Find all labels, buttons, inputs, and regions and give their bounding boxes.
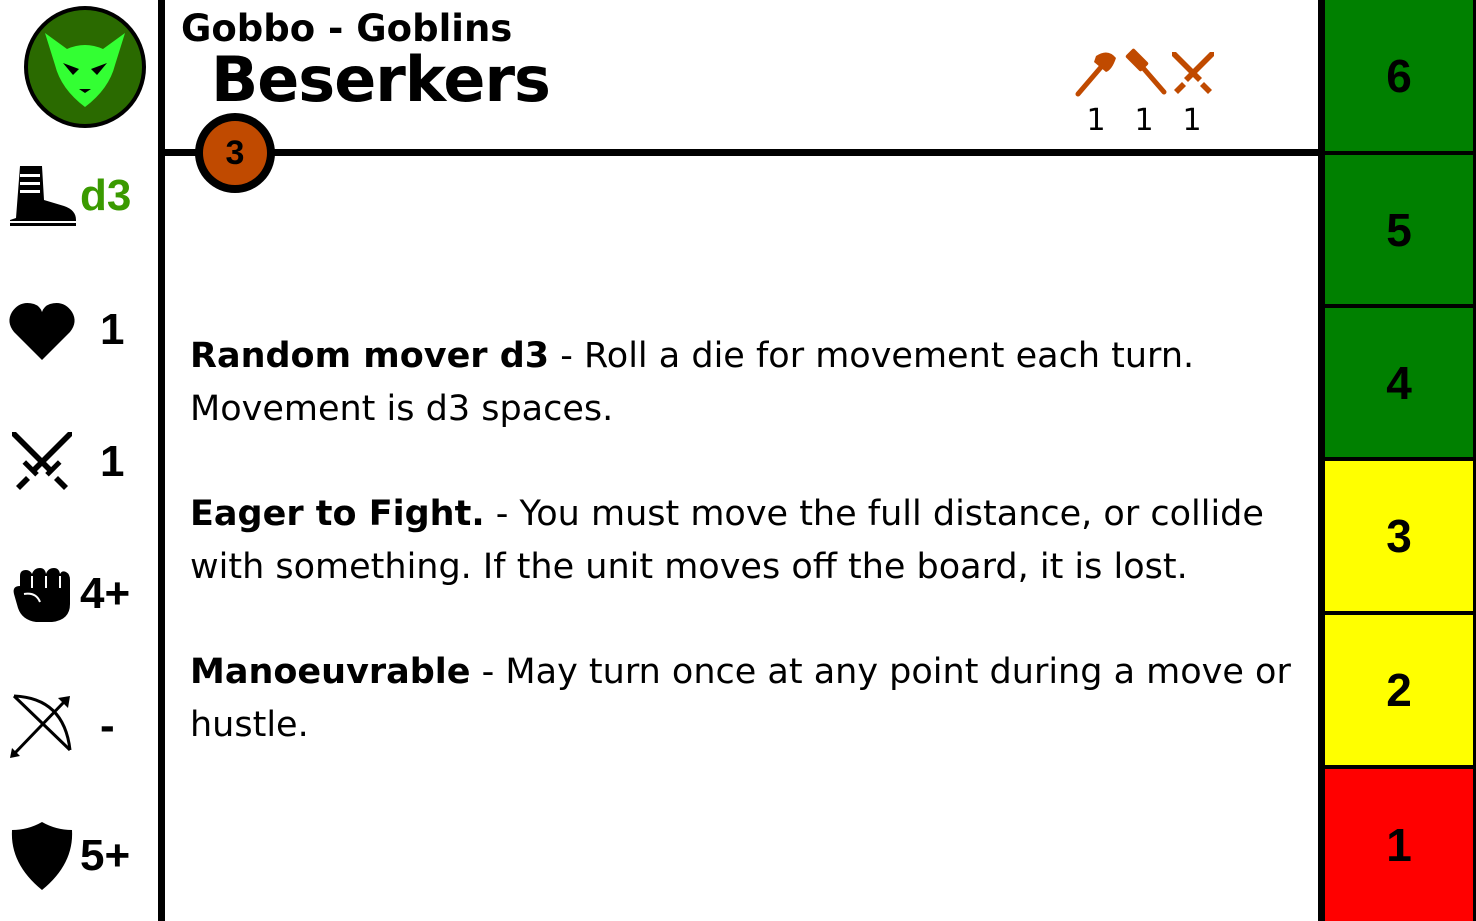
stat-value: d3 — [80, 171, 132, 220]
track-cell: 4 — [1325, 308, 1476, 461]
stat-ranged: - — [0, 690, 158, 780]
rule-name: Random mover d3 — [190, 336, 550, 376]
rule-name: Eager to Fight. — [190, 494, 485, 534]
track-value: 4 — [1386, 356, 1412, 409]
special-rules: Random mover d3 - Roll a die for movemen… — [190, 330, 1310, 804]
weapon-swords: 1 — [1168, 48, 1216, 138]
goblin-logo-icon — [24, 6, 146, 128]
bow-icon — [10, 694, 72, 758]
track-value: 5 — [1386, 203, 1412, 256]
track-value: 2 — [1386, 664, 1412, 716]
fist-icon — [13, 568, 71, 622]
stat-attack: 1 — [0, 426, 158, 516]
track-value: 1 — [1386, 819, 1412, 871]
track-cell: 1 — [1325, 769, 1476, 921]
stat-value: - — [100, 701, 115, 750]
weapon-count: 1 — [1134, 103, 1154, 138]
stats-panel: d3 1 1 4+ - 5+ — [0, 0, 158, 921]
track-cell: 2 — [1325, 615, 1476, 769]
stat-value: 5+ — [80, 831, 131, 880]
crossed-swords-icon — [1172, 52, 1214, 94]
rule-name: Manoeuvrable — [190, 652, 471, 692]
stat-armour: 5+ — [0, 820, 158, 910]
unit-name: Beserkers — [211, 43, 551, 116]
track-value: 6 — [1386, 49, 1412, 102]
weapon-hammer: 1 — [1120, 48, 1168, 138]
weapon-count: 1 — [1182, 103, 1202, 138]
cost-value: 3 — [203, 121, 267, 185]
boot-icon — [10, 166, 76, 226]
stat-value: 1 — [100, 305, 125, 354]
weapon-axe: 1 — [1072, 48, 1120, 138]
heart-icon — [9, 303, 75, 360]
rule-item: Random mover d3 - Roll a die for movemen… — [190, 330, 1310, 436]
shield-icon — [11, 822, 73, 890]
cost-badge: 3 — [195, 113, 275, 193]
rule-item: Eager to Fight. - You must move the full… — [190, 488, 1310, 594]
track-cell: 3 — [1325, 461, 1476, 615]
hammer-icon — [1125, 48, 1167, 95]
axe-icon — [1075, 52, 1116, 97]
right-divider — [1318, 0, 1325, 921]
left-divider — [158, 0, 165, 921]
damage-track: 6 5 4 3 2 1 — [1325, 0, 1476, 921]
stat-value: 4+ — [80, 569, 131, 618]
track-value: 3 — [1386, 510, 1412, 562]
stat-melee: 4+ — [0, 558, 158, 648]
stat-wounds: 1 — [0, 294, 158, 384]
track-cell: 5 — [1325, 155, 1476, 308]
stat-move: d3 — [0, 160, 158, 250]
weapon-count: 1 — [1086, 103, 1106, 138]
crossed-swords-icon — [12, 432, 72, 490]
rule-item: Manoeuvrable - May turn once at any poin… — [190, 646, 1310, 752]
weapons-group: 1 1 1 — [1070, 48, 1230, 148]
stat-value: 1 — [100, 437, 125, 486]
track-cell: 6 — [1325, 0, 1476, 155]
header-rule — [165, 149, 1318, 156]
